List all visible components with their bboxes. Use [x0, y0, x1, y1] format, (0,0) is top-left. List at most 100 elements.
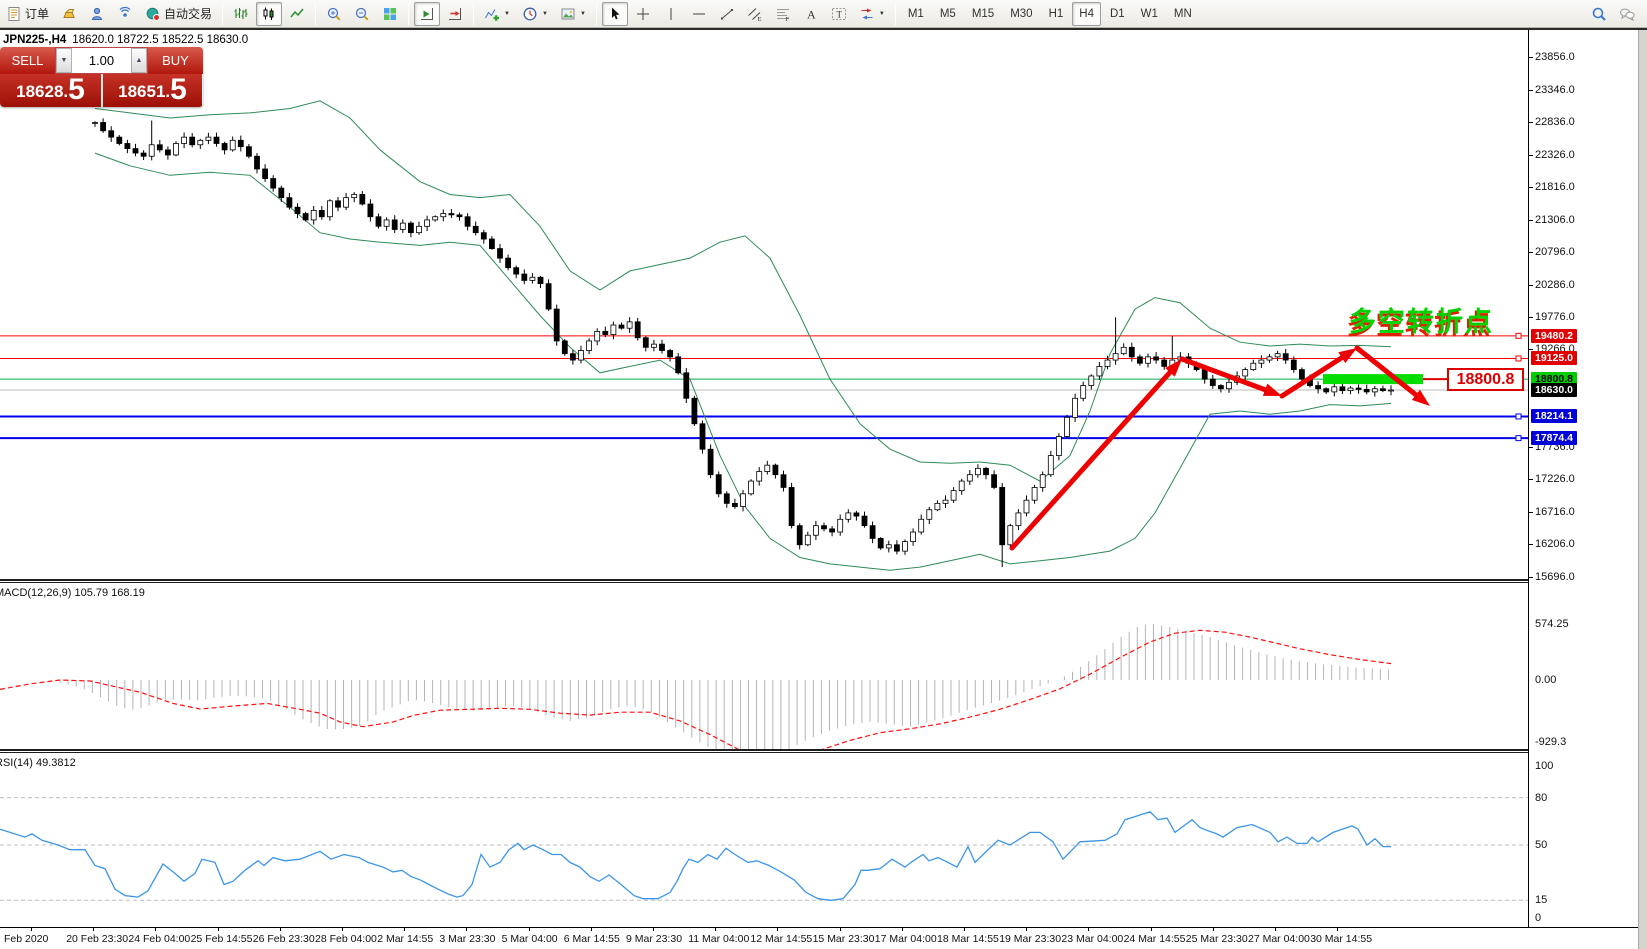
autotrading-button[interactable]: 自动交易: [140, 2, 217, 26]
line-handle[interactable]: [1515, 435, 1522, 442]
tf-w1-button[interactable]: W1: [1134, 2, 1165, 26]
tf-mn-label: MN: [1173, 7, 1192, 20]
auto-scroll-button[interactable]: [414, 1, 441, 26]
zoom-out-button[interactable]: [349, 2, 375, 26]
volume-decrease-button[interactable]: ▼: [56, 48, 72, 73]
sell-price[interactable]: 18628. 5: [0, 74, 101, 107]
candle: [537, 275, 544, 289]
market-watch-button[interactable]: [56, 2, 82, 26]
candle: [618, 322, 625, 330]
fibonacci-button[interactable]: F: [770, 2, 796, 26]
text-button[interactable]: A: [798, 2, 824, 26]
candle: [1137, 354, 1143, 366]
equidistant-channel-button[interactable]: E: [742, 2, 768, 26]
search-button[interactable]: [1586, 2, 1612, 26]
time-label: 27 Mar 04:00: [1248, 933, 1310, 945]
candle: [108, 126, 115, 142]
price-tick-label: 20796.0: [1535, 246, 1575, 259]
time-tick-mark: [715, 928, 717, 931]
candle: [229, 136, 236, 152]
arrows-tool-dropdown-icon[interactable]: ▼: [879, 11, 885, 17]
textA-icon: A: [807, 7, 816, 21]
trendline-button[interactable]: [714, 2, 740, 26]
vertical-line-button[interactable]: [658, 2, 684, 26]
indicators-dropdown-icon[interactable]: ▼: [504, 11, 510, 17]
zoomin-icon: [327, 7, 341, 21]
tf-d1-button[interactable]: D1: [1103, 2, 1132, 26]
buy-price[interactable]: 18651. 5: [101, 74, 202, 107]
time-tick-mark: [777, 928, 779, 931]
price-level-label[interactable]: 18800.8: [1447, 368, 1524, 391]
candle: [164, 146, 171, 160]
price-axis[interactable]: 23856.0 23346.0 22836.0 22326.0 21816.0 21306…: [1528, 30, 1638, 927]
support-highlight-band[interactable]: [1323, 374, 1423, 385]
clock-icon: [523, 7, 537, 20]
candle: [116, 135, 123, 146]
cursor-button[interactable]: [601, 1, 628, 26]
arrows-tool-button[interactable]: ▼: [854, 2, 890, 26]
tiles-icon: [384, 7, 397, 20]
candle: [1331, 382, 1338, 397]
candle: [788, 482, 795, 529]
templates-dropdown-icon[interactable]: ▼: [580, 11, 586, 17]
chart-shift-button[interactable]: [442, 2, 468, 26]
zoom-in-button[interactable]: [321, 2, 347, 26]
labelT-icon: T: [831, 7, 846, 20]
tf-h4-button[interactable]: H4: [1072, 1, 1101, 26]
candle: [140, 150, 147, 161]
candle: [1120, 343, 1127, 356]
tf-mn-button[interactable]: MN: [1167, 2, 1199, 26]
candle: [845, 509, 852, 523]
candle: [667, 348, 673, 362]
sell-price-big-digit: 5: [68, 73, 85, 106]
trend-arrow-1[interactable]: [1009, 359, 1182, 551]
buy-button[interactable]: BUY: [148, 47, 203, 74]
candle: [813, 520, 819, 540]
chat-button[interactable]: [1614, 2, 1640, 26]
price-chart-pane[interactable]: JPN225-,H4 18620.0 18722.5 18522.5 18630.…: [0, 32, 1528, 579]
tf-h1-button[interactable]: H1: [1042, 2, 1071, 26]
text-label-button[interactable]: T: [826, 2, 852, 26]
time-axis[interactable]: Feb 2020 20 Feb 23:30 24 Feb 04:00 25 Feb 1…: [0, 927, 1647, 949]
sell-button[interactable]: SELL: [0, 47, 55, 74]
rsi-indicator-pane[interactable]: RSI(14) 49.3812: [0, 753, 1528, 927]
indicators-button[interactable]: ▼: [479, 2, 515, 26]
candle: [707, 444, 714, 479]
tf-m5-button[interactable]: M5: [933, 2, 963, 26]
tf-m30-button[interactable]: M30: [1003, 2, 1039, 26]
macd-indicator-pane[interactable]: MACD(12,26,9) 105.79 168.19: [0, 583, 1528, 749]
candle: [659, 339, 665, 354]
line-chart-button[interactable]: [284, 2, 310, 26]
tf-m1-button[interactable]: M1: [901, 2, 931, 26]
price-tick-label: 16716.0: [1535, 505, 1575, 518]
time-label: 15 Mar 23:30: [812, 933, 875, 945]
doc-icon: [8, 6, 20, 21]
crosshair-button[interactable]: [630, 2, 656, 26]
candle: [221, 141, 228, 155]
horizontal-line-button[interactable]: [686, 2, 712, 26]
line-handle[interactable]: [1515, 413, 1522, 420]
ohlc-values: 18620.0 18722.5 18522.5 18630.0: [72, 34, 249, 46]
time-tick-mark: [217, 928, 219, 931]
new-order-button[interactable]: 订单: [1, 2, 54, 26]
templates-button[interactable]: ▼: [555, 2, 591, 26]
tf-m15-button[interactable]: M15: [965, 2, 1001, 26]
bar-chart-button[interactable]: [228, 2, 254, 26]
periods-dropdown-icon[interactable]: ▼: [542, 11, 548, 17]
price-badge-18214.1: 18214.1: [1531, 409, 1577, 424]
periods-button[interactable]: ▼: [517, 2, 553, 26]
candle: [1371, 385, 1378, 397]
signals-button[interactable]: [112, 2, 138, 26]
volume-increase-button[interactable]: ▲: [131, 48, 147, 73]
candle: [553, 304, 560, 346]
candlestick-chart-button[interactable]: [256, 1, 283, 26]
volume-value[interactable]: 1.00: [72, 48, 131, 73]
candle: [691, 395, 698, 427]
chat-icon: [1620, 8, 1635, 21]
tile-windows-button[interactable]: [377, 2, 403, 26]
candle: [359, 191, 366, 206]
candle: [642, 336, 649, 352]
line-handle[interactable]: [1515, 332, 1522, 339]
metaeditor-button[interactable]: [84, 2, 110, 26]
line-handle[interactable]: [1515, 355, 1522, 362]
